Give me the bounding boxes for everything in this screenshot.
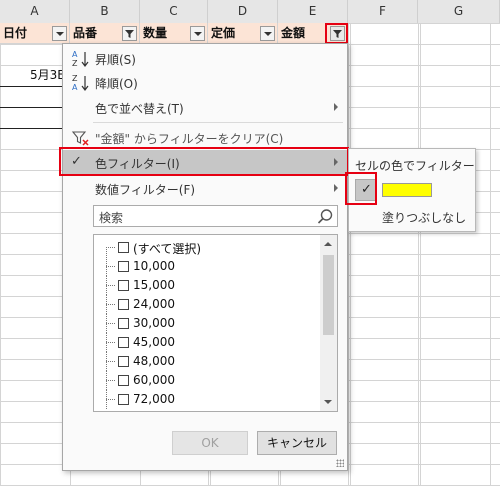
list-item-label: (すべて選択) <box>133 242 202 256</box>
svg-text:Z: Z <box>72 74 78 83</box>
menu-item-label: 降順(O) <box>95 77 138 91</box>
checkbox[interactable] <box>118 280 129 291</box>
header-cell-item-no[interactable]: 品番 <box>70 23 140 44</box>
menu-item-label: 色で並べ替え(T) <box>95 102 184 116</box>
svg-text:A: A <box>72 50 78 59</box>
search-icon <box>317 209 333 224</box>
list-item[interactable]: 30,000 <box>94 314 314 333</box>
menu-item-sort-desc[interactable]: Z A 降順(O) <box>63 70 347 94</box>
list-item-label: 60,000 <box>133 373 175 387</box>
svg-text:A: A <box>72 83 78 92</box>
header-cell-quantity[interactable]: 数量 <box>140 23 208 44</box>
list-item[interactable]: 24,000 <box>94 295 314 314</box>
resize-grip-icon[interactable] <box>336 459 344 467</box>
menu-item-label: 昇順(S) <box>95 53 136 67</box>
column-header-d[interactable]: D <box>208 0 278 23</box>
filter-dropdown-button[interactable] <box>52 26 67 41</box>
header-cell-date[interactable]: 日付 <box>0 23 70 44</box>
checkbox[interactable] <box>118 261 129 272</box>
search-input[interactable]: 検索 <box>93 205 338 227</box>
list-item[interactable]: (すべて選択) <box>94 238 314 257</box>
list-item-label: 48,000 <box>133 354 175 368</box>
list-item-label: 72,000 <box>133 392 175 406</box>
column-header-e[interactable]: E <box>278 0 348 23</box>
header-label: 金額 <box>281 26 306 40</box>
scroll-up-arrow-icon[interactable] <box>324 242 332 246</box>
menu-separator <box>93 122 343 123</box>
clear-filter-icon <box>71 131 89 146</box>
filter-dropdown-button[interactable] <box>122 26 137 41</box>
header-label: 日付 <box>3 26 28 40</box>
checkbox[interactable] <box>118 318 129 329</box>
list-item-label: 30,000 <box>133 316 175 330</box>
checkbox[interactable] <box>118 299 129 310</box>
checkbox[interactable] <box>118 375 129 386</box>
column-header-f[interactable]: F <box>348 0 418 23</box>
menu-item-label: "金額" からフィルターをクリア(C) <box>95 132 284 146</box>
checkbox[interactable] <box>118 337 129 348</box>
submenu-arrow-icon <box>334 103 338 111</box>
sort-ascending-icon: A Z <box>72 50 89 68</box>
list-item-label: 10,000 <box>133 259 175 273</box>
checkbox[interactable] <box>118 394 129 405</box>
swatch-check-highlight <box>345 172 377 205</box>
scrollbar-thumb[interactable] <box>323 255 334 335</box>
list-scrollbar[interactable] <box>320 235 337 411</box>
list-item[interactable]: 48,000 <box>94 352 314 371</box>
checkbox[interactable] <box>118 356 129 367</box>
header-label: 数量 <box>143 26 168 40</box>
column-header-row: A B C D E F G <box>0 0 500 24</box>
filter-dropdown-button[interactable] <box>260 26 275 41</box>
column-header-c[interactable]: C <box>140 0 208 23</box>
menu-item-label: 数値フィルター(F) <box>95 183 196 197</box>
yellow-color-swatch[interactable] <box>382 183 432 197</box>
menu-item-sort-by-color[interactable]: 色で並べ替え(T) <box>63 95 347 119</box>
header-label: 定価 <box>211 26 236 40</box>
filter-funnel-icon <box>125 30 134 38</box>
list-item[interactable]: 10,000 <box>94 257 314 276</box>
list-item[interactable]: 60,000 <box>94 371 314 390</box>
list-item[interactable]: 15,000 <box>94 276 314 295</box>
cancel-button[interactable]: キャンセル <box>257 431 337 455</box>
autofilter-dropdown-panel: A Z 昇順(S) Z A 降順(O) 色で並べ替え(T) "金額" からフィル… <box>62 43 348 471</box>
list-item-label: 15,000 <box>133 278 175 292</box>
svg-text:Z: Z <box>72 59 78 68</box>
sort-descending-icon: Z A <box>72 74 89 92</box>
menu-item-number-filter[interactable]: 数値フィルター(F) <box>63 176 347 200</box>
column-header-a[interactable]: A <box>0 0 70 23</box>
filter-value-list[interactable]: (すべて選択) 10,000 15,000 24,000 30,000 45,0… <box>93 234 338 412</box>
menu-item-clear-filter[interactable]: "金額" からフィルターをクリア(C) <box>63 125 347 149</box>
search-placeholder: 検索 <box>99 211 124 225</box>
filter-dropdown-button[interactable] <box>190 26 205 41</box>
color-filter-highlight <box>59 147 349 176</box>
cell-a3[interactable]: 5月3E <box>30 66 65 83</box>
list-item-label: 45,000 <box>133 335 175 349</box>
amount-filter-highlight <box>325 23 348 44</box>
column-header-g[interactable]: G <box>418 0 500 23</box>
checkbox[interactable] <box>118 242 129 253</box>
menu-item-sort-asc[interactable]: A Z 昇順(S) <box>63 46 347 70</box>
submenu-arrow-icon <box>334 184 338 192</box>
table-header-row: 日付 品番 数量 定価 金額 <box>0 23 348 44</box>
header-label: 品番 <box>73 26 98 40</box>
no-fill-option[interactable]: 塗りつぶしなし <box>382 209 466 226</box>
list-item[interactable]: 45,000 <box>94 333 314 352</box>
list-item[interactable]: 72,000 <box>94 390 314 409</box>
list-item-label: 24,000 <box>133 297 175 311</box>
column-header-b[interactable]: B <box>70 0 140 23</box>
ok-button[interactable]: OK <box>172 431 248 455</box>
scroll-down-arrow-icon[interactable] <box>324 400 332 404</box>
header-cell-list-price[interactable]: 定価 <box>208 23 278 44</box>
